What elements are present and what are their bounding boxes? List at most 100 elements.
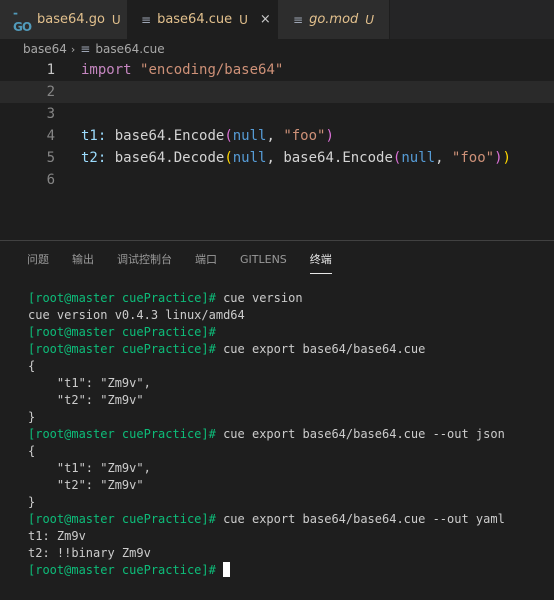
breadcrumb: base64 › ≡ base64.cue [23, 40, 165, 58]
code-token: , [435, 150, 452, 166]
tab-label: base64.cue [157, 12, 233, 27]
line-number: 2 [46, 84, 55, 100]
code-line: 2 [0, 81, 554, 103]
terminal-prompt: [root@master cuePractice]# [28, 342, 216, 356]
code-token: null [232, 128, 267, 144]
go-file-icon: -GO [13, 5, 32, 34]
code-line: 4 t1: base64.Encode(null, "foo") [0, 125, 554, 147]
breadcrumb-folder[interactable]: base64 [23, 42, 67, 56]
terminal-command-text [216, 563, 223, 577]
terminal-command-text: cue version [215, 291, 303, 305]
code-token: "foo" [283, 128, 326, 144]
breadcrumb-file[interactable]: base64.cue [95, 42, 164, 56]
chevron-right-icon: › [70, 42, 76, 56]
lines-file-icon: ≡ [80, 42, 91, 56]
tab-label: go.mod [309, 12, 359, 27]
terminal-output-line: "t2": "Zm9v" [28, 392, 548, 409]
code-token: null [232, 150, 267, 166]
tab-problems[interactable]: 问题 [27, 251, 49, 273]
tab-bar-empty [390, 0, 554, 39]
code-token: ( [224, 128, 233, 144]
lines-file-icon: ≡ [141, 12, 152, 27]
terminal-output-line: } [28, 494, 548, 511]
terminal-command-line: [root@master cuePractice]# cue export ba… [28, 426, 548, 443]
terminal-output-line: "t2": "Zm9v" [28, 477, 548, 494]
terminal-command-text: cue export base64/base64.cue --out json [215, 427, 505, 441]
terminal-prompt: [root@master cuePractice]# [28, 563, 216, 577]
terminal-prompt: [root@master cuePractice]# [28, 512, 216, 526]
panel-tab-bar: 问题 输出 调试控制台 端口 GITLENS 终端 [0, 241, 554, 277]
tab-label: base64.go [37, 12, 105, 27]
terminal-output-text: cue version v0.4.3 linux/amd64 [28, 308, 245, 322]
terminal-output-text: "t2": "Zm9v" [28, 393, 144, 407]
code-token: ) [502, 150, 511, 166]
tab-go-mod[interactable]: ≡ go.mod U [278, 0, 390, 39]
code-line: 5 t2: base64.Decode(null, base64.Encode(… [0, 147, 554, 169]
tab-base64-go[interactable]: -GO base64.go U [0, 0, 128, 39]
code-line: 1 import "encoding/base64" [0, 59, 554, 81]
terminal-prompt: [root@master cuePractice]# [28, 291, 216, 305]
tab-debug-console[interactable]: 调试控制台 [117, 251, 172, 273]
terminal-output-line: "t1": "Zm9v", [28, 460, 548, 477]
terminal-output-line: t1: Zm9v [28, 528, 548, 545]
terminal-output-text: } [28, 410, 36, 424]
terminal-command-text: cue export base64/base64.cue --out yaml [215, 512, 505, 526]
terminal-command-line: [root@master cuePractice]# [28, 324, 548, 341]
line-number: 4 [46, 128, 55, 144]
line-number: 5 [46, 150, 55, 166]
terminal-command-line: [root@master cuePractice]# cue export ba… [28, 341, 548, 358]
modified-badge: U [111, 12, 121, 27]
terminal-output-line: cue version v0.4.3 linux/amd64 [28, 307, 548, 324]
code-line: 3 [0, 103, 554, 125]
terminal-command-line: [root@master cuePractice]# cue version [28, 290, 548, 307]
tab-terminal[interactable]: 终端 [309, 251, 332, 274]
code-token: ( [224, 150, 233, 166]
code-token: base64.Decode [106, 150, 225, 166]
code-token: t2: [81, 150, 107, 166]
code-token: "encoding/base64" [140, 62, 284, 78]
code-token: "foo" [451, 150, 495, 166]
terminal-output-text: t1: Zm9v [28, 529, 86, 543]
lines-file-icon: ≡ [293, 12, 304, 27]
terminal-output-text: "t2": "Zm9v" [28, 478, 144, 492]
close-icon[interactable]: × [260, 12, 271, 27]
line-number: 3 [46, 106, 55, 122]
terminal-output-line: t2: !!binary Zm9v [28, 545, 548, 562]
terminal-output[interactable]: [root@master cuePractice]# cue version cu… [28, 290, 548, 579]
terminal-output-text: } [28, 495, 36, 509]
code-token: , [266, 128, 284, 144]
modified-badge: U [365, 12, 375, 27]
terminal-prompt: [root@master cuePractice]# [28, 427, 216, 441]
line-number: 1 [46, 62, 55, 78]
tab-gitlens[interactable]: GITLENS [240, 253, 287, 272]
editor-tab-bar: -GO base64.go U ≡ base64.cue U × ≡ go.mo… [0, 0, 554, 39]
terminal-output-line: { [28, 358, 548, 375]
code-token: ) [494, 150, 503, 166]
tab-base64-cue[interactable]: ≡ base64.cue U × [128, 0, 278, 39]
terminal-output-line: "t1": "Zm9v", [28, 375, 548, 392]
terminal-output-line: { [28, 443, 548, 460]
modified-badge: U [239, 12, 248, 27]
code-token: ) [325, 128, 334, 144]
code-editor[interactable]: 1 import "encoding/base64" 2 3 4 t1: bas… [0, 59, 554, 239]
terminal-command-line: [root@master cuePractice]# cue export ba… [28, 511, 548, 528]
tab-ports[interactable]: 端口 [195, 251, 217, 273]
terminal-cursor [223, 562, 231, 577]
code-token: base64.Encode [106, 128, 225, 144]
terminal-output-text: { [28, 359, 36, 373]
terminal-output-text: "t1": "Zm9v", [28, 376, 151, 390]
code-token: t1: [81, 128, 107, 144]
terminal-output-line: } [28, 409, 548, 426]
terminal-output-text: "t1": "Zm9v", [28, 461, 151, 475]
code-token: import [81, 62, 132, 78]
tab-output[interactable]: 输出 [72, 251, 94, 273]
terminal-output-text: { [28, 444, 36, 458]
code-token: , base64.Encode [266, 150, 393, 166]
terminal-command-line: [root@master cuePractice]# [28, 562, 548, 579]
terminal-command-text: cue export base64/base64.cue [215, 342, 426, 356]
code-token: null [401, 150, 436, 166]
terminal-output-text: t2: !!binary Zm9v [28, 546, 151, 560]
line-number: 6 [46, 172, 55, 188]
terminal-prompt: [root@master cuePractice]# [28, 325, 216, 339]
code-line: 6 [0, 169, 554, 191]
